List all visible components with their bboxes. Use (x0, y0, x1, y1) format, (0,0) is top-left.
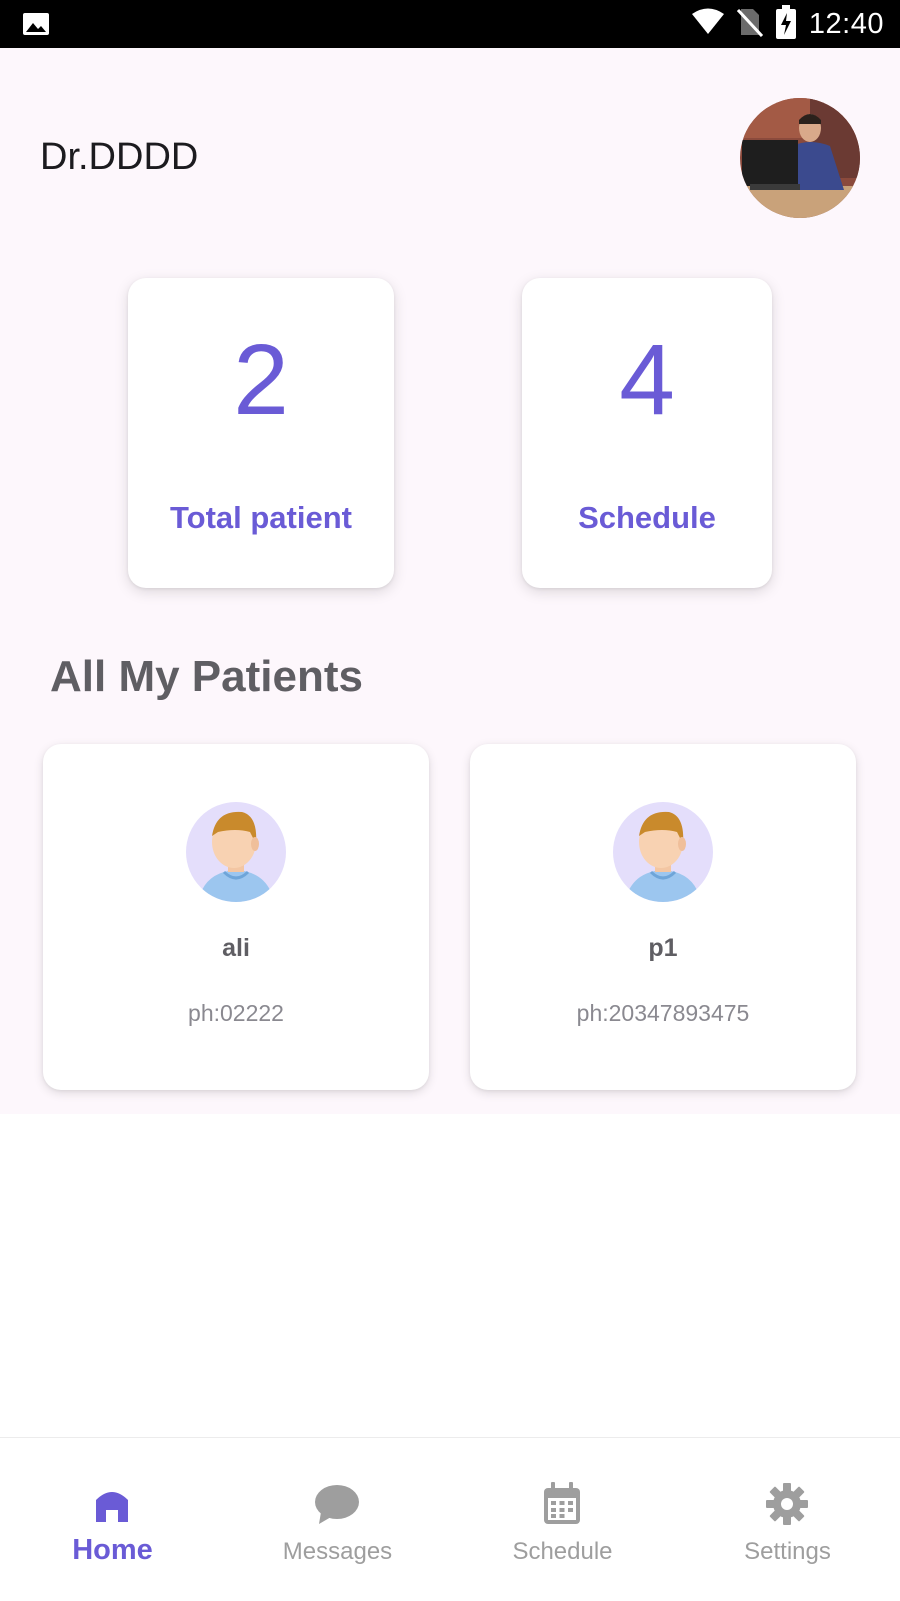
calendar-icon (538, 1480, 586, 1528)
nav-item-messages[interactable]: Messages (225, 1438, 450, 1601)
gear-icon (763, 1480, 811, 1528)
patient-name: ali (222, 934, 250, 962)
total-patient-label: Total patient (170, 500, 352, 535)
no-sim-icon (736, 7, 764, 42)
doctor-avatar[interactable] (740, 98, 860, 218)
home-icon (88, 1480, 136, 1528)
patient-phone: ph:02222 (188, 1000, 284, 1026)
patient-avatar-icon (186, 802, 286, 902)
schedule-label: Schedule (578, 500, 716, 535)
schedule-card[interactable]: 4 Schedule (522, 278, 772, 588)
total-patient-count: 2 (233, 324, 289, 436)
nav-item-settings[interactable]: Settings (675, 1438, 900, 1601)
nav-item-schedule[interactable]: Schedule (450, 1438, 675, 1601)
nav-label-settings: Settings (744, 1538, 831, 1565)
wifi-icon (691, 8, 725, 41)
status-time: 12:40 (808, 7, 884, 40)
image-notification-icon (22, 12, 50, 41)
nav-label-home: Home (72, 1534, 153, 1566)
patient-card[interactable]: ali ph:02222 (43, 744, 429, 1090)
patient-phone: ph:20347893475 (576, 1000, 750, 1026)
total-patient-card[interactable]: 2 Total patient (128, 278, 394, 588)
status-bar: 12:40 (0, 0, 900, 48)
patient-name: p1 (648, 934, 678, 962)
nav-label-messages: Messages (282, 1538, 393, 1565)
schedule-count: 4 (619, 324, 675, 436)
chat-bubble-icon (313, 1480, 361, 1528)
patient-card[interactable]: p1 ph:20347893475 (470, 744, 856, 1090)
battery-charging-icon (775, 4, 797, 44)
nav-item-home[interactable]: Home (0, 1438, 225, 1601)
nav-label-schedule: Schedule (512, 1538, 613, 1565)
section-title: All My Patients (50, 652, 363, 701)
home-screen: Dr.DDDD 2 Total patient 4 Schedule All M… (0, 48, 900, 1114)
bottom-navigation: Home Messages Schedule Settings (0, 1437, 900, 1601)
doctor-name: Dr.DDDD (40, 136, 199, 178)
patient-avatar-icon (613, 802, 713, 902)
